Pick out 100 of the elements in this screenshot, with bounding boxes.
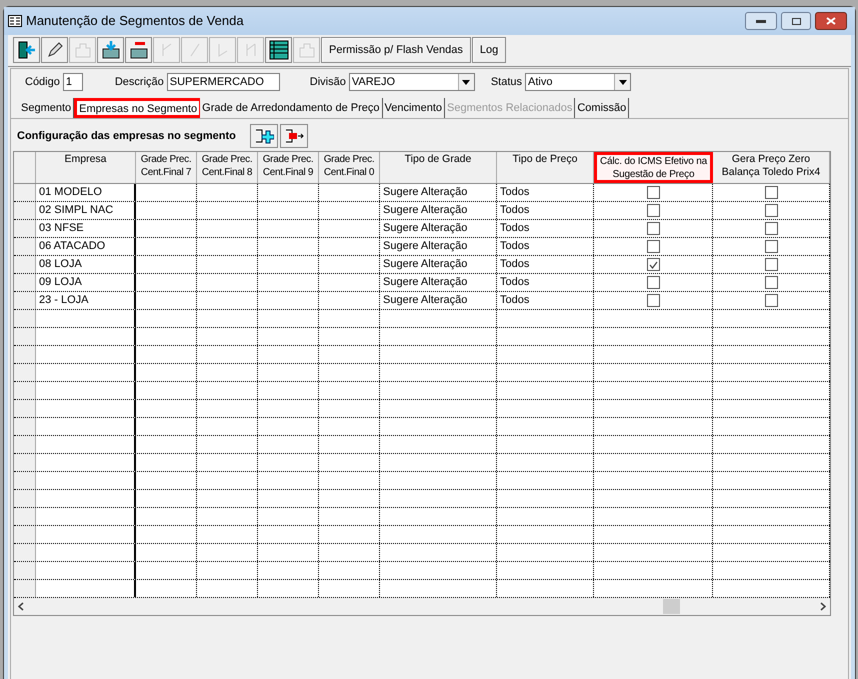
column-header[interactable]: Grade Prec. Cent.Final 7 — [136, 152, 197, 183]
row-indicator[interactable] — [14, 238, 36, 255]
tab[interactable]: Comissão — [575, 98, 630, 118]
table-cell: 01 MODELO — [39, 186, 102, 198]
toolbar-button[interactable] — [41, 37, 68, 63]
maximize-button[interactable] — [781, 12, 811, 30]
row-indicator[interactable] — [14, 274, 36, 291]
row-indicator[interactable] — [14, 418, 36, 435]
checkbox[interactable] — [764, 276, 778, 289]
checkbox[interactable] — [646, 276, 660, 289]
remove-company-button[interactable] — [280, 124, 308, 148]
navigation-icon — [218, 43, 228, 57]
toolbar-button[interactable]: Permissão p/ Flash Vendas — [321, 37, 471, 63]
checkbox[interactable] — [646, 240, 660, 253]
tab[interactable]: Segmento — [19, 98, 74, 118]
toolbar-button[interactable]: Log — [472, 37, 506, 63]
checkbox[interactable] — [646, 204, 660, 217]
input-field[interactable]: SUPERMERCADO — [166, 73, 280, 91]
dropdown-field[interactable]: VAREJO — [348, 73, 475, 91]
add-icon — [254, 128, 274, 144]
row-indicator[interactable] — [14, 544, 36, 561]
toolbar-button[interactable] — [125, 37, 152, 63]
table-cell: 09 LOJA — [39, 276, 82, 288]
table-cell: Sugere Alteração — [383, 222, 468, 234]
navigation-icon — [162, 43, 172, 57]
column-header[interactable]: Grade Prec. Cent.Final 0 — [319, 152, 380, 183]
table-cell: Sugere Alteração — [383, 258, 468, 270]
checkbox[interactable] — [764, 294, 778, 307]
checkbox[interactable] — [764, 222, 778, 235]
row-indicator[interactable] — [14, 508, 36, 525]
table-cell: Sugere Alteração — [383, 276, 468, 288]
row-indicator[interactable] — [14, 490, 36, 507]
row-indicator[interactable] — [14, 310, 36, 327]
row-indicator[interactable] — [14, 220, 36, 237]
check-icon — [648, 260, 658, 268]
column-header[interactable]: Grade Prec. Cent.Final 8 — [197, 152, 258, 183]
checkbox[interactable] — [646, 294, 660, 307]
section-title: Configuração das empresas no segmento — [17, 128, 236, 144]
tab[interactable]: Vencimento — [382, 98, 445, 118]
table-cell: Todos — [500, 276, 530, 288]
remove-icon — [284, 128, 304, 144]
input-field[interactable]: 1 — [62, 73, 83, 91]
table-cell: 08 LOJA — [39, 258, 82, 270]
tab[interactable]: Empresas no Segmento — [74, 98, 200, 118]
add-company-button[interactable] — [250, 124, 278, 148]
table-icon — [268, 40, 288, 60]
column-header[interactable]: Tipo de Grade — [380, 152, 497, 183]
row-indicator[interactable] — [14, 454, 36, 471]
toolbar-button[interactable] — [265, 37, 292, 63]
table-cell: Todos — [500, 204, 530, 216]
column-header[interactable]: Empresa — [36, 152, 136, 183]
scroll-thumb[interactable] — [663, 599, 680, 614]
table-cell: Todos — [500, 186, 530, 198]
table-cell: 23 - LOJA — [39, 294, 89, 306]
table-cell: 03 NFSE — [39, 222, 84, 234]
checkbox[interactable] — [764, 204, 778, 217]
checkbox[interactable] — [764, 186, 778, 199]
toolbar-button[interactable] — [97, 37, 124, 63]
row-indicator[interactable] — [14, 580, 36, 597]
row-indicator[interactable] — [14, 328, 36, 345]
table-cell: Sugere Alteração — [383, 204, 468, 216]
navigation-icon — [246, 43, 256, 57]
column-header[interactable]: Gera Preço Zero Balança Toledo Prix4 — [713, 152, 830, 183]
close-button[interactable] — [815, 12, 847, 30]
checkbox[interactable] — [764, 258, 778, 271]
tab[interactable]: Grade de Arredondamento de Preço — [200, 98, 383, 118]
table-cell: 02 SIMPL NAC — [39, 204, 114, 216]
row-indicator[interactable] — [14, 562, 36, 579]
column-header[interactable]: Grade Prec. Cent.Final 9 — [258, 152, 319, 183]
row-indicator[interactable] — [14, 256, 36, 273]
row-indicator[interactable] — [14, 472, 36, 489]
navigation-icon — [190, 43, 200, 57]
row-indicator[interactable] — [14, 382, 36, 399]
row-indicator[interactable] — [14, 436, 36, 453]
checkbox[interactable] — [646, 258, 660, 271]
table-cell: 06 ATACADO — [39, 240, 106, 252]
column-header[interactable]: Cálc. do ICMS Efetivo na Sugestão de Preço — [594, 152, 713, 183]
row-indicator[interactable] — [14, 184, 36, 201]
folder-down-icon — [100, 40, 120, 60]
table-cell: Todos — [500, 258, 530, 270]
folder-minus-icon — [128, 40, 148, 60]
field-label: Divisão — [310, 74, 346, 90]
field-label: Status — [490, 74, 522, 90]
horizontal-scrollbar[interactable] — [14, 598, 830, 615]
row-indicator[interactable] — [14, 364, 36, 381]
row-indicator[interactable] — [14, 292, 36, 309]
checkbox[interactable] — [646, 222, 660, 235]
checkbox[interactable] — [646, 186, 660, 199]
row-indicator[interactable] — [14, 202, 36, 219]
table-cell: Todos — [500, 222, 530, 234]
toolbar-button[interactable] — [13, 37, 40, 63]
checkbox[interactable] — [764, 240, 778, 253]
dropdown-field[interactable]: Ativo — [525, 73, 632, 91]
field-label: Código — [25, 74, 60, 90]
row-indicator[interactable] — [14, 400, 36, 417]
minimize-button[interactable] — [745, 12, 777, 30]
row-indicator[interactable] — [14, 526, 36, 543]
window-icon — [8, 15, 22, 27]
scroll-left-icon — [18, 602, 24, 611]
row-indicator[interactable] — [14, 346, 36, 363]
